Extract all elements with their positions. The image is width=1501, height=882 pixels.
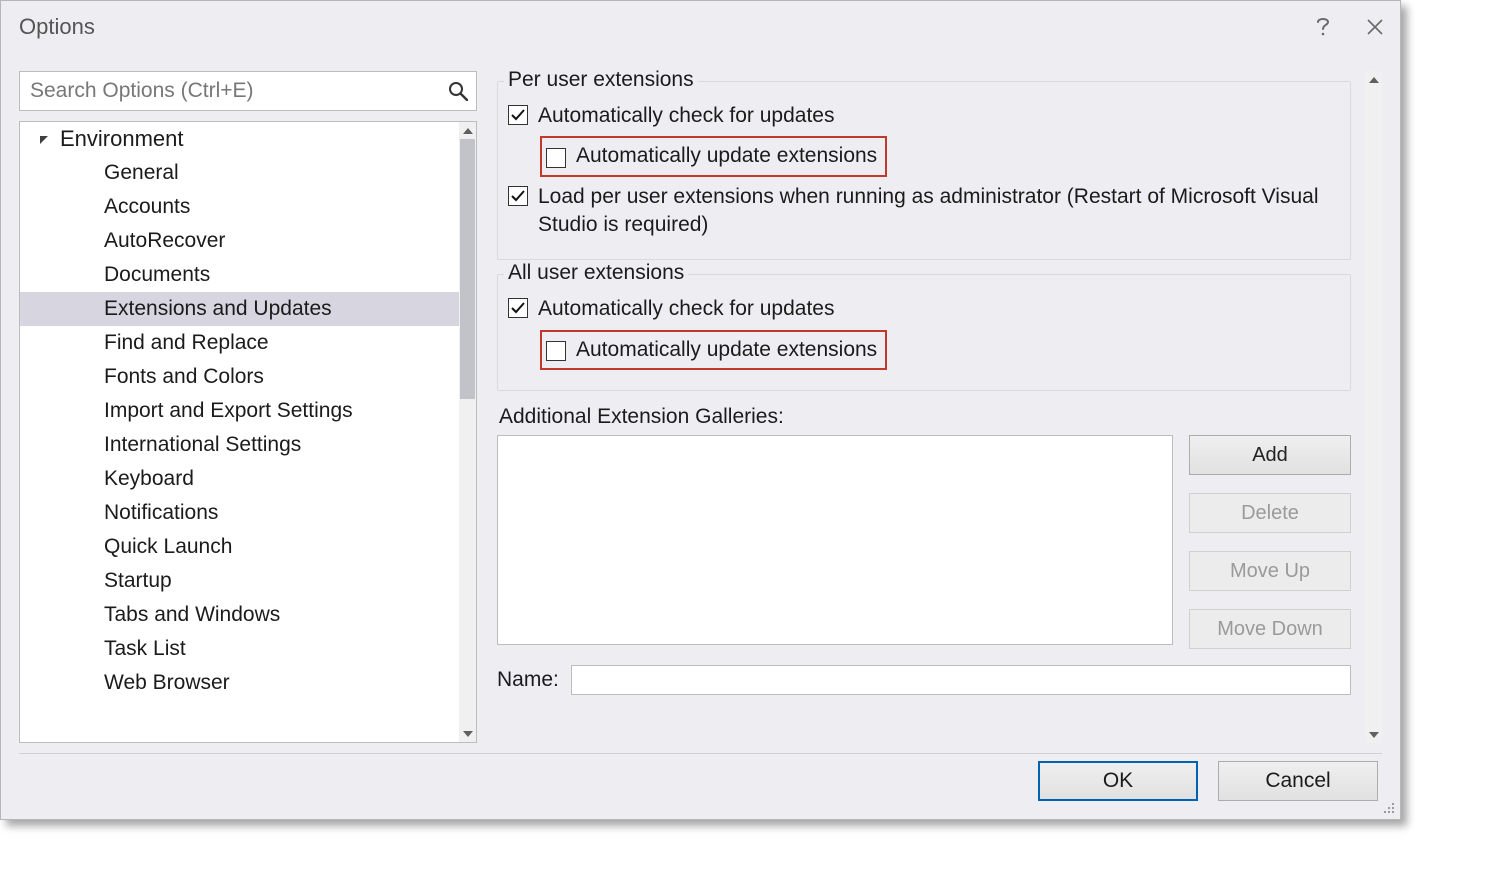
checkbox-per-user-auto-check[interactable] [508, 105, 528, 125]
name-input[interactable] [571, 665, 1351, 695]
options-tree: Environment GeneralAccountsAutoRecoverDoc… [19, 121, 477, 743]
tree-scrollbar[interactable] [459, 122, 476, 742]
tree-item[interactable]: Notifications [20, 496, 459, 530]
checkbox-per-user-load-admin[interactable] [508, 186, 528, 206]
dialog-title: Options [19, 14, 95, 40]
group-legend: All user extensions [504, 261, 688, 285]
checkmark-icon [510, 107, 526, 123]
group-per-user: Per user extensions Automatically check … [497, 81, 1351, 260]
tree-item[interactable]: Extensions and Updates [20, 292, 459, 326]
checkbox-all-user-auto-check[interactable] [508, 298, 528, 318]
scroll-down-icon[interactable] [459, 725, 476, 742]
checkbox-label: Automatically update extensions [576, 336, 877, 364]
tree-root-label: Environment [60, 126, 184, 152]
tree-item[interactable]: Web Browser [20, 666, 459, 700]
galleries-listbox[interactable] [497, 435, 1173, 645]
group-all-user: All user extensions Automatically check … [497, 274, 1351, 391]
tree-item[interactable]: General [20, 156, 459, 190]
move-down-button[interactable]: Move Down [1189, 609, 1351, 649]
help-button[interactable] [1308, 12, 1338, 42]
highlight-all-user-auto-update: Automatically update extensions [540, 330, 887, 370]
search-icon [440, 81, 476, 101]
tree-item[interactable]: Documents [20, 258, 459, 292]
scroll-thumb[interactable] [460, 139, 475, 399]
add-button[interactable]: Add [1189, 435, 1351, 475]
options-dialog: Options [0, 0, 1401, 820]
galleries-label: Additional Extension Galleries: [499, 405, 1351, 429]
help-icon [1315, 15, 1331, 39]
tree-root-environment[interactable]: Environment [20, 122, 459, 156]
tree-item[interactable]: Task List [20, 632, 459, 666]
checkmark-icon [510, 300, 526, 316]
tree-item[interactable]: AutoRecover [20, 224, 459, 258]
move-up-button[interactable]: Move Up [1189, 551, 1351, 591]
close-icon [1365, 17, 1385, 37]
scroll-down-icon[interactable] [1365, 726, 1382, 743]
panel-scrollbar[interactable] [1365, 71, 1382, 743]
group-legend: Per user extensions [504, 68, 698, 92]
caret-down-icon [38, 133, 50, 145]
cancel-button[interactable]: Cancel [1218, 761, 1378, 801]
tree-item[interactable]: Find and Replace [20, 326, 459, 360]
search-options[interactable] [19, 71, 477, 111]
titlebar: Options [1, 1, 1400, 53]
resize-grip-icon[interactable] [1380, 799, 1398, 817]
checkbox-label: Automatically update extensions [576, 142, 877, 170]
checkbox-label: Automatically check for updates [538, 102, 834, 130]
ok-button[interactable]: OK [1038, 761, 1198, 801]
close-button[interactable] [1360, 12, 1390, 42]
tree-item[interactable]: Startup [20, 564, 459, 598]
scroll-up-icon[interactable] [1365, 71, 1382, 88]
search-input[interactable] [20, 72, 440, 110]
checkbox-per-user-auto-update[interactable] [546, 148, 566, 168]
tree-item[interactable]: Quick Launch [20, 530, 459, 564]
tree-item[interactable]: Import and Export Settings [20, 394, 459, 428]
checkmark-icon [510, 188, 526, 204]
tree-item[interactable]: Fonts and Colors [20, 360, 459, 394]
checkbox-label: Load per user extensions when running as… [538, 183, 1340, 240]
scroll-up-icon[interactable] [459, 122, 476, 139]
highlight-per-user-auto-update: Automatically update extensions [540, 136, 887, 176]
name-label: Name: [497, 668, 559, 692]
checkbox-label: Automatically check for updates [538, 295, 834, 323]
tree-item[interactable]: Tabs and Windows [20, 598, 459, 632]
tree-item[interactable]: International Settings [20, 428, 459, 462]
tree-item[interactable]: Keyboard [20, 462, 459, 496]
checkbox-all-user-auto-update[interactable] [546, 341, 566, 361]
delete-button[interactable]: Delete [1189, 493, 1351, 533]
tree-item[interactable]: Accounts [20, 190, 459, 224]
